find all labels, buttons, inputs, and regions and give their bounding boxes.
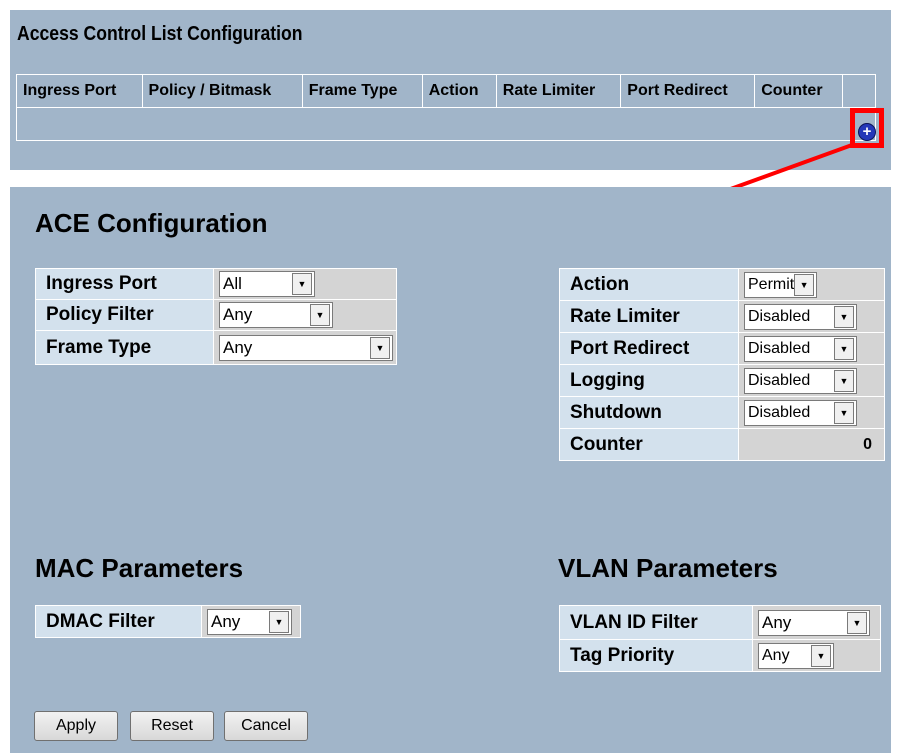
port-redirect-select[interactable]: Disabled ▼ [744,335,857,362]
shutdown-label: Shutdown [559,396,739,429]
chevron-down-icon: ▼ [834,337,854,360]
chevron-down-icon: ▼ [811,644,831,667]
ingress-port-select[interactable]: All ▼ [219,271,315,297]
chevron-down-icon: ▼ [310,304,330,326]
logging-select[interactable]: Disabled ▼ [744,367,857,394]
port-redirect-row: Port Redirect Disabled ▼ [559,332,885,365]
dmac-filter-label: DMAC Filter [35,605,202,638]
frame-type-label: Frame Type [35,330,214,365]
dmac-filter-row: DMAC Filter Any ▼ [35,605,301,638]
chevron-down-icon: ▼ [269,610,289,633]
chevron-down-icon: ▼ [834,369,854,392]
chevron-down-icon: ▼ [794,273,814,296]
counter-row: Counter 0 [559,428,885,461]
action-label: Action [559,268,739,301]
ingress-port-label: Ingress Port [35,268,214,300]
shutdown-row: Shutdown Disabled ▼ [559,396,885,429]
policy-filter-row: Policy Filter Any ▼ [35,299,397,331]
ace-title: ACE Configuration [35,208,268,238]
vlan-parameters-title: VLAN Parameters [558,553,778,583]
chevron-down-icon: ▼ [292,273,312,295]
action-row: Action Permit ▼ [559,268,885,301]
apply-button[interactable]: Apply [34,711,118,741]
frame-type-select[interactable]: Any ▼ [219,334,393,361]
logging-label: Logging [559,364,739,397]
reset-button[interactable]: Reset [130,711,214,741]
vlan-id-filter-row: VLAN ID Filter Any ▼ [559,605,881,640]
chevron-down-icon: ▼ [370,336,390,359]
rate-limiter-select[interactable]: Disabled ▼ [744,303,857,330]
counter-label: Counter [559,428,739,461]
vlan-id-filter-select[interactable]: Any ▼ [758,609,870,636]
frame-type-row: Frame Type Any ▼ [35,330,397,365]
ace-left-form: Ingress Port All ▼ Policy Filter Any ▼ F… [35,268,397,365]
vlan-id-filter-label: VLAN ID Filter [559,605,753,640]
tag-priority-label: Tag Priority [559,639,753,672]
chevron-down-icon: ▼ [834,401,854,424]
rate-limiter-label: Rate Limiter [559,300,739,333]
cancel-button[interactable]: Cancel [224,711,308,741]
chevron-down-icon: ▼ [847,611,867,634]
chevron-down-icon: ▼ [834,305,854,328]
tag-priority-row: Tag Priority Any ▼ [559,639,881,672]
ace-right-form: Action Permit ▼ Rate Limiter Disabled ▼ … [559,268,885,461]
rate-limiter-row: Rate Limiter Disabled ▼ [559,300,885,333]
port-redirect-label: Port Redirect [559,332,739,365]
counter-value: 0 [863,435,872,453]
dmac-filter-select[interactable]: Any ▼ [207,608,292,635]
mac-form: DMAC Filter Any ▼ [35,605,301,638]
shutdown-select[interactable]: Disabled ▼ [744,399,857,426]
action-select[interactable]: Permit ▼ [744,271,817,298]
ingress-port-row: Ingress Port All ▼ [35,268,397,300]
mac-parameters-title: MAC Parameters [35,553,244,583]
policy-filter-label: Policy Filter [35,299,214,331]
policy-filter-select[interactable]: Any ▼ [219,302,333,328]
vlan-form: VLAN ID Filter Any ▼ Tag Priority Any ▼ [559,605,881,672]
logging-row: Logging Disabled ▼ [559,364,885,397]
tag-priority-select[interactable]: Any ▼ [758,642,834,669]
